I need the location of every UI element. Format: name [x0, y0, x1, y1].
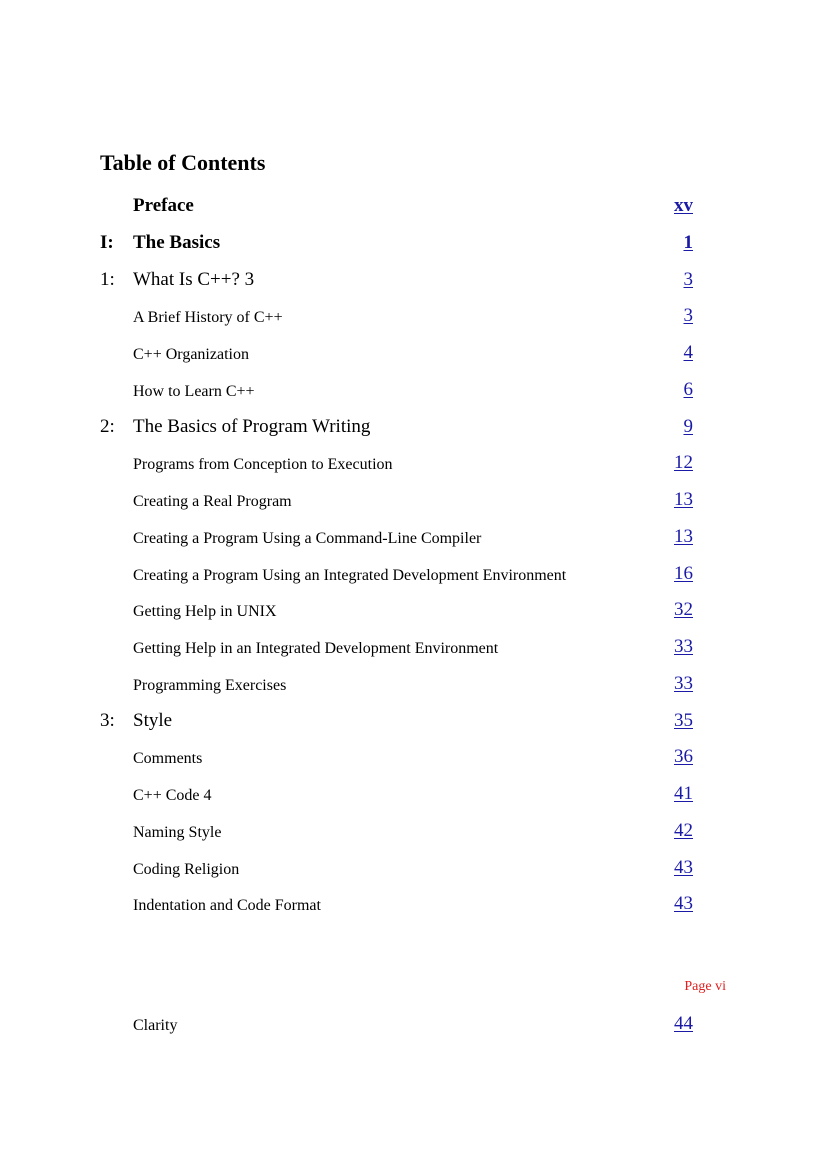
- entry-page-link[interactable]: 43: [674, 893, 693, 915]
- toc-entry: 2: The Basics of Program Writing 9: [100, 414, 693, 438]
- entry-title: Indentation and Code Format: [133, 897, 321, 915]
- entry-title: Creating a Real Program: [133, 493, 292, 510]
- entry-page-link[interactable]: 4: [684, 342, 694, 364]
- entry-page-link[interactable]: 43: [674, 857, 693, 879]
- toc-entry: 3: Style 35: [100, 708, 693, 732]
- entry-title: C++ Organization: [133, 346, 249, 363]
- entry-number: I:: [100, 231, 114, 253]
- entry-page-link[interactable]: 41: [674, 783, 693, 805]
- entry-title: Getting Help in UNIX: [133, 603, 277, 621]
- entry-title: Naming Style: [133, 823, 222, 841]
- entry-title: How to Learn C++: [133, 382, 255, 400]
- toc-entry: Programming Exercises 33: [100, 671, 693, 695]
- toc-entry: Naming Style 42: [100, 818, 693, 842]
- entry-page-link[interactable]: 44: [674, 1013, 693, 1035]
- toc-entry: Indentation and Code Format 43: [100, 891, 693, 915]
- toc-entry: Creating a Program Using an Integrated D…: [100, 561, 693, 585]
- entry-page-link[interactable]: 6: [684, 379, 694, 401]
- entry-number: 3:: [100, 709, 115, 731]
- entry-page-link[interactable]: 16: [674, 563, 693, 585]
- entry-title: A Brief History of C++: [133, 309, 283, 327]
- entry-title: Style: [133, 709, 173, 731]
- entry-title: What Is C++? 3: [133, 268, 255, 290]
- toc-entry: Creating a Program Using a Command-Line …: [100, 524, 693, 548]
- entry-title: Programs from Conception to Execution: [133, 456, 393, 474]
- entry-page-link[interactable]: 13: [674, 489, 693, 511]
- toc-entry: Getting Help in an Integrated Developmen…: [100, 634, 693, 658]
- toc-entry: Clarity 44: [100, 1011, 693, 1035]
- toc-entry: Coding Religion 43: [100, 855, 693, 879]
- entry-page-link[interactable]: xv: [674, 195, 693, 217]
- toc-entry: 1: What Is C++? 3 3: [100, 267, 693, 291]
- entry-title: Programming Exercises: [133, 676, 287, 694]
- entry-title: Comments: [133, 750, 203, 768]
- entry-title: C++ Code 4: [133, 787, 212, 804]
- entry-page-link[interactable]: 9: [684, 416, 694, 438]
- entry-title: Clarity: [133, 1017, 178, 1034]
- entry-title: Getting Help in an Integrated Developmen…: [133, 640, 499, 657]
- toc-entry: C++ Code 4 41: [100, 781, 693, 805]
- toc-entry: How to Learn C++ 6: [100, 377, 693, 401]
- entry-page-link[interactable]: 33: [674, 673, 693, 695]
- toc-entry: Programs from Conception to Execution 12: [100, 450, 693, 474]
- entry-page-link[interactable]: 3: [684, 269, 694, 291]
- entry-title: The Basics of Program Writing: [133, 415, 371, 437]
- toc-entry: Creating a Real Program 13: [100, 487, 693, 511]
- entry-page-link[interactable]: 36: [674, 746, 693, 768]
- entry-number: 1:: [100, 268, 115, 290]
- entry-page-link[interactable]: 1: [684, 232, 694, 254]
- toc-entry: Preface xv: [100, 193, 693, 217]
- toc-entry: A Brief History of C++ 3: [100, 303, 693, 327]
- toc-entry: Getting Help in UNIX 32: [100, 597, 693, 621]
- page-title: Table of Contents: [100, 150, 266, 175]
- entry-number: 2:: [100, 415, 115, 437]
- entry-page-link[interactable]: 35: [674, 710, 693, 732]
- entry-page-link[interactable]: 13: [674, 526, 693, 548]
- entry-page-link[interactable]: 12: [674, 452, 693, 474]
- toc-entry: C++ Organization 4: [100, 340, 693, 364]
- entry-title: Preface: [133, 195, 194, 216]
- toc-entry: I: The Basics 1: [100, 230, 693, 254]
- toc-entry: Comments 36: [100, 744, 693, 768]
- entry-page-link[interactable]: 32: [674, 599, 693, 621]
- page-marker: Page vi: [684, 979, 726, 994]
- entry-page-link[interactable]: 3: [684, 305, 694, 327]
- entry-title: Coding Religion: [133, 860, 240, 878]
- entry-page-link[interactable]: 42: [674, 820, 693, 842]
- entry-title: Creating a Program Using an Integrated D…: [133, 566, 567, 584]
- entry-title: The Basics: [133, 231, 221, 253]
- entry-page-link[interactable]: 33: [674, 636, 693, 658]
- entry-title: Creating a Program Using a Command-Line …: [133, 529, 482, 547]
